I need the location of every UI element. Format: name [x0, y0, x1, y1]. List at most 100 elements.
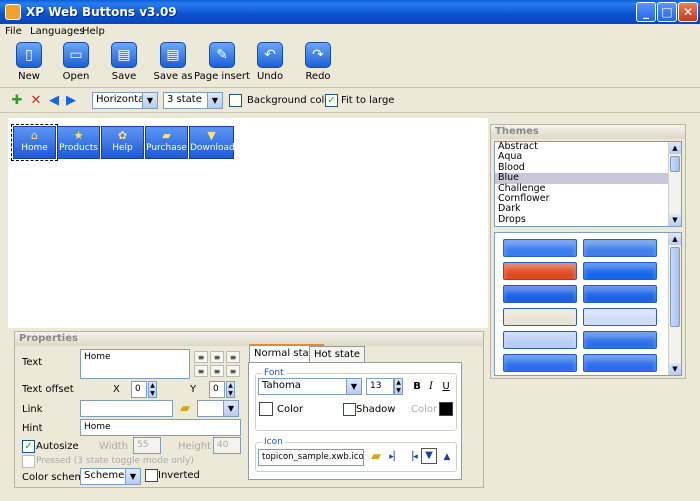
inverted-checkbox[interactable] [145, 469, 158, 482]
theme-item[interactable]: Blood [495, 162, 681, 173]
align-center-icon[interactable]: ≡ [210, 351, 224, 363]
bold-button[interactable]: B [411, 380, 423, 394]
shadow-color-swatch[interactable] [439, 402, 453, 416]
scroll-down-icon[interactable]: ▼ [669, 363, 681, 375]
theme-swatch[interactable] [503, 308, 577, 326]
scroll-thumb[interactable] [670, 247, 680, 327]
redo-button[interactable]: ↷ Redo [290, 42, 346, 86]
y-offset-field[interactable]: 0 [209, 381, 225, 398]
theme-swatch[interactable] [583, 239, 657, 257]
new-file-icon: ▯ [16, 42, 42, 68]
icon-align-bottom-icon[interactable]: ▲ [440, 450, 454, 464]
theme-swatch[interactable] [583, 285, 657, 303]
menu-button-help[interactable]: ✿ Help [101, 126, 144, 159]
move-left-icon[interactable]: ◀ [47, 94, 61, 108]
menu-button-products[interactable]: ★ Products [57, 126, 100, 159]
scroll-thumb[interactable] [670, 156, 680, 172]
autosize-label: Autosize [36, 441, 79, 452]
themes-list-scrollbar[interactable]: ▲ ▼ [668, 142, 681, 226]
font-color-label: Color [277, 404, 304, 415]
tab-hot-state[interactable]: Hot state [309, 346, 366, 362]
font-color-swatch[interactable] [259, 402, 273, 416]
shadow-label: Shadow [356, 404, 396, 415]
window-title: XP Web Buttons v3.09 [26, 5, 177, 19]
width-label: Width [99, 441, 129, 452]
inverted-label: Inverted [158, 470, 200, 481]
theme-swatch[interactable] [503, 354, 577, 372]
menu-button-purchase[interactable]: ▰ Purchase [145, 126, 188, 159]
menu-button-download[interactable]: ▼ Download [189, 126, 235, 159]
move-right-icon[interactable]: ▶ [64, 94, 78, 108]
align-top-icon[interactable]: ≡ [194, 365, 208, 377]
icon-align-left-icon[interactable]: ▸▏ [388, 450, 402, 464]
font-size-spinner[interactable]: ▲ ▼ [394, 378, 403, 395]
scroll-down-icon[interactable]: ▼ [669, 214, 681, 226]
font-name-select[interactable]: Tahoma ▼ [258, 378, 362, 395]
theme-swatch[interactable] [583, 354, 657, 372]
underline-button[interactable]: U [440, 380, 452, 394]
orientation-select[interactable]: Horizontal ▼ [92, 92, 158, 109]
scroll-up-icon[interactable]: ▲ [669, 233, 681, 245]
pressed-checkbox[interactable] [22, 455, 35, 468]
browse-folder-icon[interactable]: ▰ [178, 402, 192, 416]
x-offset-spinner[interactable]: ▲ ▼ [148, 381, 157, 398]
theme-swatch[interactable] [583, 262, 657, 280]
minimize-button[interactable]: _ [636, 2, 656, 22]
color-scheme-select[interactable]: Scheme 1 ▼ [80, 468, 141, 485]
maximize-button[interactable]: □ [657, 2, 677, 22]
theme-swatch[interactable] [503, 331, 577, 349]
x-offset-field[interactable]: 0 [131, 381, 147, 398]
add-icon[interactable]: ✚ [10, 94, 24, 108]
save-as-button[interactable]: ▤ Save as [145, 42, 201, 86]
shadow-checkbox[interactable] [343, 403, 356, 416]
align-left-icon[interactable]: ≡ [194, 351, 208, 363]
delete-icon[interactable]: ✕ [29, 94, 43, 108]
width-field[interactable]: 55 [133, 437, 161, 454]
autosize-checkbox[interactable]: ✓ [22, 440, 35, 453]
font-size-field[interactable]: 13 [366, 378, 394, 395]
y-label: Y [190, 384, 197, 395]
y-offset-spinner[interactable]: ▲ ▼ [226, 381, 235, 398]
font-group-title: Font [262, 368, 286, 378]
states-select[interactable]: 3 state ▼ [163, 92, 223, 109]
icon-align-right-icon[interactable]: ▕◂ [405, 450, 419, 464]
book-icon: ✿ [117, 129, 128, 142]
align-middle-icon[interactable]: ≡ [210, 365, 224, 377]
theme-item[interactable]: Drops [495, 214, 681, 225]
background-color-label: Background color [247, 95, 335, 106]
hint-field[interactable]: Home [80, 419, 241, 436]
theme-swatch[interactable] [503, 285, 577, 303]
text-field[interactable]: Home [80, 349, 190, 379]
page-insert-icon: ✎ [209, 42, 235, 68]
height-field[interactable]: 40 [213, 437, 241, 454]
menu-languages[interactable]: Languages [30, 26, 85, 37]
browse-icon-folder-icon[interactable]: ▰ [369, 450, 383, 464]
scroll-up-icon[interactable]: ▲ [669, 142, 681, 154]
link-field[interactable] [80, 400, 173, 417]
theme-swatch[interactable] [503, 239, 577, 257]
chevron-down-icon: ▼ [142, 93, 157, 108]
theme-swatch[interactable] [583, 308, 657, 326]
background-color-checkbox[interactable] [229, 94, 242, 107]
themes-list[interactable]: Abstract Aqua Blood Blue Challenge Cornf… [494, 141, 682, 227]
theme-item[interactable]: Cornflower [495, 193, 681, 204]
swatches-scrollbar[interactable]: ▲ ▼ [668, 233, 681, 375]
theme-swatch[interactable] [583, 331, 657, 349]
menu-help[interactable]: Help [82, 26, 105, 37]
fit-to-large-checkbox[interactable]: ✓ [325, 94, 338, 107]
theme-swatch[interactable] [503, 262, 577, 280]
menu-button-home[interactable]: ⌂ Home [11, 124, 58, 161]
close-button[interactable]: ✕ [678, 2, 698, 22]
link-target-select[interactable]: ▼ [197, 400, 239, 417]
theme-item[interactable]: Abstract [495, 141, 681, 152]
theme-swatches[interactable]: ▲ ▼ [494, 232, 682, 376]
save-button[interactable]: ▤ Save [96, 42, 152, 86]
align-right-icon[interactable]: ≡ [226, 351, 240, 363]
pressed-label: Pressed (3 state toggle mode only) [36, 456, 194, 466]
icon-file-field[interactable]: topicon_sample.xwb.icons [258, 449, 364, 466]
icon-align-top-icon[interactable]: ▼ [421, 448, 437, 464]
align-bottom-icon[interactable]: ≡ [226, 365, 240, 377]
menu-file[interactable]: File [5, 26, 22, 37]
italic-button[interactable]: I [425, 380, 437, 394]
theme-item-selected[interactable]: Blue [495, 172, 681, 184]
